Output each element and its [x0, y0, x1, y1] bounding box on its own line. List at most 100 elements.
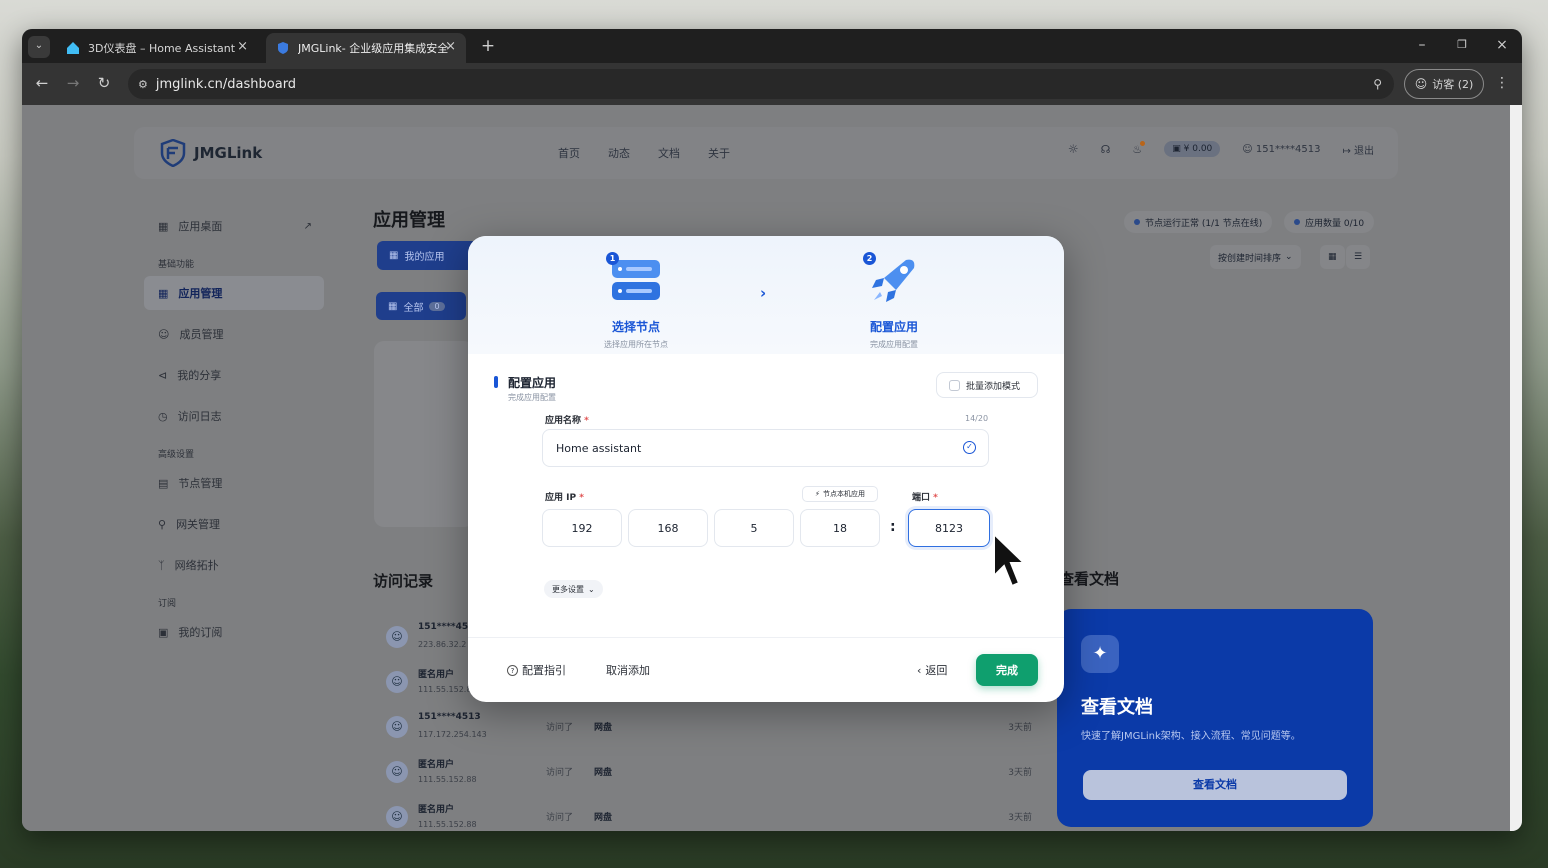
step-select-node: 选择节点 选择应用所在节点: [576, 252, 696, 350]
visitor-name: 151****4513: [418, 712, 481, 722]
logout-button[interactable]: ↦ 退出: [1342, 142, 1374, 157]
restore-icon[interactable]: ❐: [1452, 35, 1472, 55]
visit-time: 3天前: [1008, 768, 1032, 778]
sidebar-item-members[interactable]: ☺ 成员管理: [144, 317, 324, 351]
close-tab-icon[interactable]: ×: [445, 39, 456, 54]
profile-icon: ☺: [1414, 77, 1428, 91]
site-info-icon[interactable]: ⚙: [138, 78, 148, 91]
tab-jmglink[interactable]: JMGLink- 企业级应用集成安全 ×: [266, 33, 466, 63]
batch-mode-toggle[interactable]: 批量添加模式: [936, 372, 1038, 398]
page-scrollbar[interactable]: [1510, 105, 1522, 831]
config-guide-link[interactable]: ? 配置指引: [507, 662, 566, 678]
visitor-ip: 223.86.32.2: [418, 640, 467, 649]
sidebar-item-nodes[interactable]: ▤ 节点管理: [144, 466, 324, 500]
chevron-right-icon: ›: [760, 284, 767, 302]
new-tab-button[interactable]: +: [478, 36, 498, 56]
close-tab-icon[interactable]: ×: [237, 39, 248, 54]
clock-icon: ◷: [158, 409, 168, 423]
mouse-cursor-icon: [993, 532, 1026, 588]
sidebar-item-access-log[interactable]: ◷ 访问日志: [144, 399, 324, 433]
sidebar-item-label: 网关管理: [176, 518, 221, 531]
sort-select[interactable]: 按创建时间排序 ⌄: [1210, 245, 1301, 269]
node-status-text: 节点运行正常 (1/1 节点在线): [1145, 218, 1263, 229]
cancel-add-button[interactable]: 取消添加: [606, 662, 650, 678]
label-text: 应用名称: [545, 416, 582, 426]
user-menu[interactable]: ☺ 151****4513: [1242, 144, 1320, 155]
guide-label: 配置指引: [522, 664, 566, 677]
chevron-left-icon: ‹: [917, 663, 922, 677]
visit-action: 访问了: [546, 723, 574, 733]
sidebar-item-my-shares[interactable]: ⊲ 我的分享: [144, 358, 324, 392]
chevron-down-icon: ⌄: [588, 584, 595, 594]
nav-docs[interactable]: 文档: [658, 145, 680, 161]
balance-badge[interactable]: ▣ ¥ 0.00: [1164, 141, 1221, 157]
branch-icon: ᛉ: [158, 558, 165, 572]
step-subtitle: 选择应用所在节点: [604, 340, 668, 349]
headset-icon[interactable]: ☊: [1101, 143, 1111, 156]
port-input[interactable]: 8123: [908, 509, 990, 547]
nav-about[interactable]: 关于: [708, 145, 730, 161]
step-number: 1: [606, 252, 619, 265]
browser-menu-icon[interactable]: ⋮: [1492, 73, 1512, 93]
node-local-app-button[interactable]: ⚡ 节点本机应用: [802, 486, 878, 502]
ip-octet-3-input[interactable]: 5: [714, 509, 794, 547]
grid-view-button[interactable]: ▦: [1320, 245, 1345, 269]
sidebar-item-subscription[interactable]: ▣ 我的订阅: [144, 615, 324, 649]
port-value: 8123: [935, 521, 963, 535]
header-actions: ☼ ☊ ♨ ▣ ¥ 0.00 ☺ 151****4513 ↦ 退出: [1068, 140, 1374, 157]
top-nav: 首页 动态 文档 关于: [558, 145, 730, 161]
forward-icon[interactable]: →: [63, 73, 83, 93]
ip-octet-2-input[interactable]: 168: [628, 509, 708, 547]
sidebar-item-app-desktop[interactable]: ▦ 应用桌面 ↗: [144, 209, 324, 243]
visitor-ip: 111.55.152.88: [418, 775, 477, 784]
app-card-placeholder: [374, 341, 474, 527]
docs-card: ✦ 查看文档 快速了解JMGLink架构、接入流程、常见问题等。 查看文档: [1057, 609, 1373, 827]
window-close-icon[interactable]: ×: [1492, 35, 1512, 55]
theme-toggle-icon[interactable]: ☼: [1068, 142, 1079, 156]
server-icon: ▤: [158, 476, 169, 490]
docs-card-button[interactable]: 查看文档: [1083, 770, 1347, 800]
sidebar-item-gateways[interactable]: ⚲ 网关管理: [144, 507, 324, 541]
browser-window: ⌄ 3D仪表盘 – Home Assistant × JMGLink- 企业级应…: [22, 29, 1522, 831]
done-button[interactable]: 完成: [976, 654, 1038, 686]
tab-bar: ⌄ 3D仪表盘 – Home Assistant × JMGLink- 企业级应…: [22, 29, 1522, 63]
visited-app: 网盘: [594, 723, 613, 733]
reload-icon[interactable]: ↻: [94, 73, 114, 93]
sidebar-item-app-management[interactable]: ▦ 应用管理: [144, 276, 324, 310]
grid-icon: ▦: [1328, 252, 1337, 262]
ip-octet-1-input[interactable]: 192: [542, 509, 622, 547]
address-bar[interactable]: ⚙ jmglink.cn/dashboard ⚲: [128, 69, 1394, 99]
step-title: 配置应用: [869, 320, 918, 334]
filter-all[interactable]: ▦ 全部 0: [376, 292, 466, 320]
step-subtitle: 完成应用配置: [870, 340, 918, 349]
tab-home-assistant[interactable]: 3D仪表盘 – Home Assistant ×: [56, 33, 258, 63]
app-name-input[interactable]: Home assistant ✓: [542, 429, 989, 467]
zoom-icon[interactable]: ⚲: [1373, 77, 1382, 91]
app-ip-label: 应用 IP *: [545, 490, 584, 503]
list-view-button[interactable]: ☰: [1346, 245, 1371, 269]
back-icon[interactable]: ←: [32, 73, 52, 93]
sidebar-item-topology[interactable]: ᛉ 网络拓扑: [144, 548, 324, 582]
user-icon: ☺: [386, 626, 408, 648]
table-row[interactable]: ☺ 匿名用户 111.55.152.88 访问了 网盘 3天前: [382, 800, 1032, 831]
back-button[interactable]: ‹ 返回: [917, 662, 947, 678]
nav-home[interactable]: 首页: [558, 145, 580, 161]
required-mark: *: [933, 493, 938, 503]
more-settings-toggle[interactable]: 更多设置 ⌄: [544, 580, 603, 598]
label-text: 应用 IP: [545, 493, 577, 503]
table-row[interactable]: ☺ 匿名用户 111.55.152.88 访问了 网盘 3天前: [382, 755, 1032, 795]
batch-mode-checkbox[interactable]: [949, 379, 960, 391]
check-circle-icon: ✓: [963, 441, 976, 454]
table-row[interactable]: ☺ 151****4513 117.172.254.143 访问了 网盘 3天前: [382, 710, 1032, 750]
guest-profile-button[interactable]: ☺ 访客 (2): [1404, 69, 1484, 99]
tab-search-button[interactable]: ⌄: [28, 36, 50, 58]
nav-activity[interactable]: 动态: [608, 145, 630, 161]
user-icon: ☺: [386, 671, 408, 693]
page-content: JMGLink 首页 动态 文档 关于 ☼ ☊ ♨ ▣ ¥ 0.00 ☺ 151…: [22, 105, 1510, 831]
required-mark: *: [579, 493, 584, 503]
network-icon: ⚲: [158, 517, 167, 531]
site-logo[interactable]: JMGLink: [160, 139, 262, 167]
bell-icon[interactable]: ♨: [1132, 140, 1146, 156]
minimize-icon[interactable]: –: [1412, 35, 1432, 55]
ip-octet-4-input[interactable]: 18: [800, 509, 880, 547]
